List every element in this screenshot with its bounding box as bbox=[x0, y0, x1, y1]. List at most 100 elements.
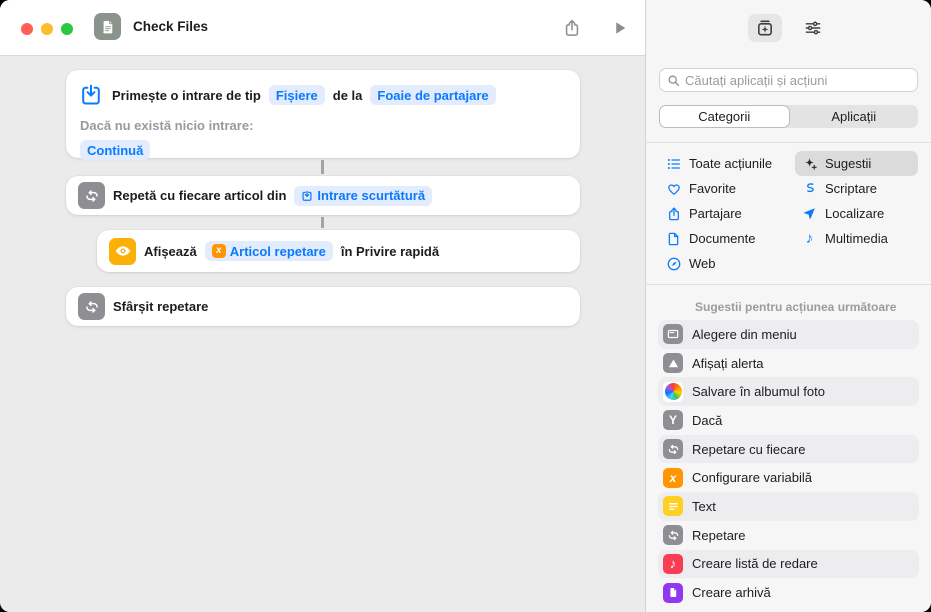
search-field[interactable] bbox=[659, 68, 918, 92]
suggestion-label: Alegere din meniu bbox=[692, 326, 797, 342]
if-branch-icon: Y bbox=[663, 410, 683, 431]
category-favorite[interactable]: Favorite bbox=[659, 176, 795, 201]
fallback-option-token[interactable]: Continuă bbox=[80, 140, 151, 160]
tab-aplicatii[interactable]: Aplicații bbox=[790, 105, 919, 128]
category-sugestii[interactable]: Sugestii bbox=[795, 151, 918, 176]
suggestion-label: Text bbox=[692, 498, 716, 514]
suggestion-label: Dacă bbox=[692, 412, 723, 428]
category-web[interactable]: Web bbox=[659, 251, 795, 276]
shortcut-details-button[interactable] bbox=[796, 14, 830, 42]
category-label: Toate acțiunile bbox=[689, 156, 773, 171]
suggestion-configurare-variabila[interactable]: x Configurare variabilă bbox=[658, 463, 919, 492]
close-button[interactable] bbox=[21, 23, 33, 35]
sidebar-toolbar bbox=[646, 0, 931, 56]
archive-document-icon bbox=[663, 582, 683, 603]
suggestion-alegere-din-meniu[interactable]: Alegere din meniu bbox=[658, 320, 919, 349]
zoom-button[interactable] bbox=[61, 23, 73, 35]
category-label: Scriptare bbox=[825, 181, 878, 196]
input-type-token[interactable]: Fișiere bbox=[268, 85, 325, 105]
text-icon bbox=[663, 496, 683, 517]
repeat-icon bbox=[663, 439, 683, 460]
category-toate-actiunile[interactable]: Toate acțiunile bbox=[659, 151, 795, 176]
suggestion-repetare[interactable]: Repetare bbox=[658, 521, 919, 550]
token-label: Articol repetare bbox=[229, 243, 326, 259]
input-source-token[interactable]: Foaie de partajare bbox=[370, 85, 496, 105]
shortcut-canvas: Primește o intrare de tip Fișiere de la … bbox=[0, 56, 645, 611]
category-partajare[interactable]: Partajare bbox=[659, 201, 795, 226]
run-shortcut-button[interactable] bbox=[608, 16, 632, 40]
repeat-item-variable-token[interactable]: x Articol repetare bbox=[204, 241, 333, 261]
category-grid: Toate acțiunile Favorite Partajare Docum… bbox=[646, 143, 931, 276]
category-scriptare[interactable]: Scriptare bbox=[795, 176, 918, 201]
sparkles-icon bbox=[801, 155, 818, 172]
eye-icon bbox=[109, 237, 136, 265]
traffic-lights bbox=[21, 23, 73, 35]
category-documente[interactable]: Documente bbox=[659, 226, 795, 251]
shortcut-document-icon bbox=[94, 13, 121, 40]
receive-input-icon bbox=[78, 82, 104, 108]
share-button[interactable] bbox=[560, 16, 584, 40]
suggestions-list: Alegere din meniu Afișați alerta Salvare… bbox=[646, 320, 931, 607]
suggestion-repetare-cu-fiecare[interactable]: Repetare cu fiecare bbox=[658, 434, 919, 464]
suggestion-label: Salvare în albumul foto bbox=[692, 384, 825, 400]
tab-categorii[interactable]: Categorii bbox=[659, 105, 790, 128]
minimize-button[interactable] bbox=[41, 23, 53, 35]
variable-icon: x bbox=[663, 467, 683, 488]
action-receive-input[interactable]: Primește o intrare de tip Fișiere de la … bbox=[66, 70, 580, 160]
document-icon bbox=[665, 230, 682, 247]
suggestion-label: Creare arhivă bbox=[692, 585, 771, 601]
library-tabs: Categorii Aplicații bbox=[659, 105, 918, 128]
suggestion-creare-arhiva[interactable]: Creare arhivă bbox=[658, 578, 919, 607]
search-input[interactable] bbox=[685, 72, 910, 88]
location-arrow-icon bbox=[801, 205, 818, 222]
action-text: de la bbox=[332, 87, 363, 103]
category-localizare[interactable]: Localizare bbox=[795, 201, 918, 226]
heart-icon bbox=[665, 180, 682, 197]
action-text: Sfârșit repetare bbox=[113, 299, 209, 314]
divider bbox=[646, 284, 931, 285]
music-note-icon: ♪ bbox=[805, 230, 814, 247]
repeat-icon bbox=[78, 293, 105, 320]
window-title: Check Files bbox=[133, 19, 209, 34]
suggestion-daca[interactable]: Y Dacă bbox=[658, 406, 919, 435]
action-text: Repetă cu fiecare articol din bbox=[113, 188, 287, 203]
suggestion-text[interactable]: Text bbox=[658, 492, 919, 521]
suggestions-header: Sugestii pentru acțiunea următoare bbox=[695, 300, 897, 314]
titlebar: Check Files bbox=[0, 0, 645, 56]
editor-pane: Check Files Primește o intrare de tip Fi… bbox=[0, 0, 645, 612]
action-text: Afișează bbox=[144, 243, 197, 259]
title-group: Check Files bbox=[94, 13, 208, 40]
alert-icon bbox=[663, 353, 683, 374]
category-label: Localizare bbox=[825, 206, 885, 221]
shortcut-input-icon bbox=[302, 190, 312, 201]
script-scroll-icon bbox=[801, 180, 818, 197]
share-icon bbox=[665, 205, 682, 222]
suggestion-label: Repetare bbox=[692, 527, 746, 543]
compass-icon bbox=[665, 255, 682, 272]
action-text: în Privire rapidă bbox=[340, 243, 440, 259]
variable-icon: x bbox=[211, 244, 226, 258]
action-quick-look[interactable]: Afișează x Articol repetare în Privire r… bbox=[97, 230, 580, 272]
photos-icon bbox=[663, 381, 683, 402]
category-label: Partajare bbox=[689, 206, 742, 221]
repeat-input-token[interactable]: Intrare scurtătură bbox=[294, 185, 433, 206]
playlist-music-icon: ♪ bbox=[663, 553, 683, 574]
suggestion-creare-lista-de-redare[interactable]: ♪ Creare listă de redare bbox=[658, 549, 919, 579]
shortcuts-window: Check Files Primește o intrare de tip Fi… bbox=[0, 0, 931, 612]
suggestion-label: Creare listă de redare bbox=[692, 556, 818, 572]
list-icon bbox=[665, 155, 682, 172]
search-icon bbox=[668, 75, 680, 86]
token-label: Intrare scurtătură bbox=[317, 188, 426, 203]
action-end-repeat[interactable]: Sfârșit repetare bbox=[66, 287, 580, 326]
suggestion-label: Repetare cu fiecare bbox=[692, 441, 806, 457]
category-label: Multimedia bbox=[825, 231, 888, 246]
category-multimedia[interactable]: ♪ Multimedia bbox=[795, 226, 918, 251]
action-repeat-with-each[interactable]: Repetă cu fiecare articol din Intrare sc… bbox=[66, 176, 580, 215]
suggestion-salvare-in-albumul-foto[interactable]: Salvare în albumul foto bbox=[658, 377, 919, 407]
flow-connector bbox=[321, 217, 324, 228]
repeat-icon bbox=[663, 525, 683, 546]
action-library-button[interactable] bbox=[747, 14, 782, 42]
flow-connector bbox=[321, 160, 324, 174]
suggestion-afisati-alerta[interactable]: Afișați alerta bbox=[658, 349, 919, 378]
category-label: Documente bbox=[689, 231, 756, 246]
